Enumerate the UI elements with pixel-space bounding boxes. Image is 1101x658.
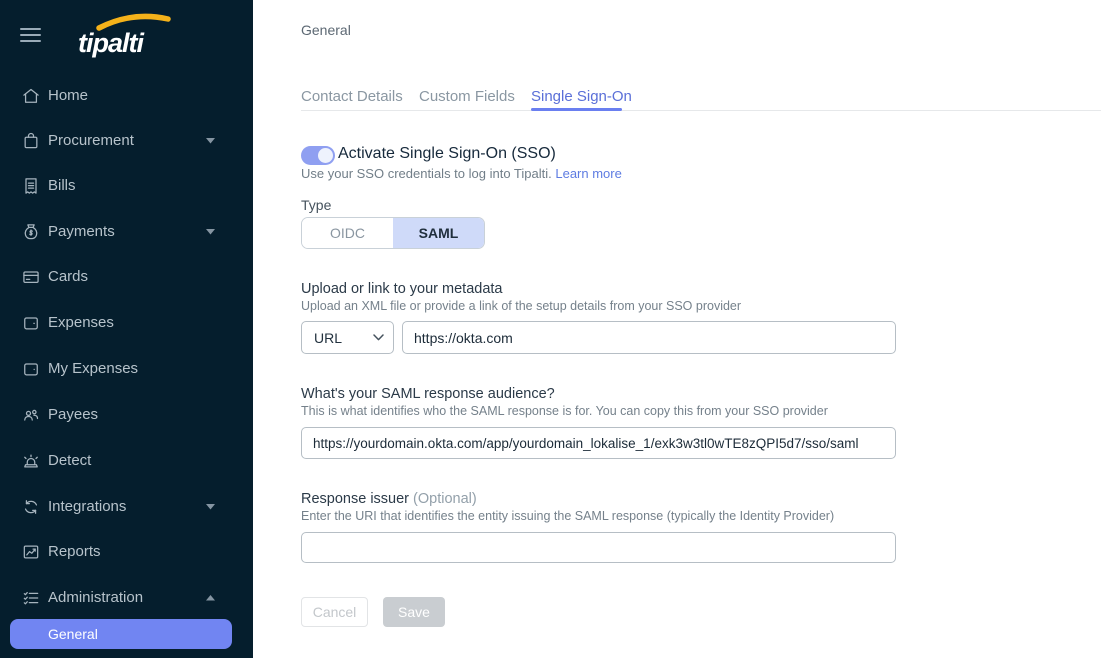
sidebar-item-expenses[interactable]: Expenses	[0, 308, 253, 338]
sidebar-item-label: Home	[48, 87, 89, 104]
administration-icon	[23, 591, 39, 605]
cancel-button[interactable]: Cancel	[301, 597, 368, 627]
sso-toggle[interactable]	[301, 146, 335, 165]
sidebar-item-label: Integrations	[48, 498, 127, 515]
issuer-optional-label: (Optional)	[413, 491, 477, 507]
payees-icon	[24, 409, 39, 421]
sidebar-item-label: Bills	[48, 177, 76, 194]
sidebar-subitem-general[interactable]: General	[10, 619, 232, 649]
sidebar-item-procurement[interactable]: Procurement	[0, 126, 253, 156]
reports-icon	[23, 545, 39, 559]
audience-description: This is what identifies who the SAML res…	[301, 404, 828, 418]
logo-text: tipalti	[78, 28, 144, 58]
toggle-knob	[318, 148, 333, 163]
sidebar-item-home[interactable]: Home	[0, 81, 253, 111]
home-icon	[23, 88, 39, 103]
sidebar-item-label: Procurement	[48, 132, 134, 149]
sidebar-item-label: My Expenses	[48, 360, 139, 377]
active-tab-underline	[531, 108, 622, 111]
sidebar-item-label: Reports	[48, 543, 101, 560]
my-expenses-icon	[24, 363, 38, 376]
sidebar-item-label: Detect	[48, 452, 92, 469]
tab-contact-details[interactable]: Contact Details	[301, 88, 403, 105]
chevron-up-icon	[206, 595, 215, 601]
cards-icon	[23, 271, 39, 284]
app-window: tipalti Home Procurement Bills Payments …	[0, 0, 1101, 658]
type-label: Type	[301, 197, 332, 213]
chevron-down-icon	[206, 504, 215, 510]
issuer-heading: Response issuer (Optional)	[301, 491, 477, 507]
metadata-description: Upload an XML file or provide a link of …	[301, 299, 742, 313]
issuer-description: Enter the URI that identifies the entity…	[301, 509, 835, 523]
sidebar: tipalti Home Procurement Bills Payments …	[0, 0, 253, 658]
tab-single-sign-on[interactable]: Single Sign-On	[531, 88, 632, 105]
sidebar-item-label: Cards	[48, 268, 89, 285]
issuer-input[interactable]	[301, 532, 896, 563]
metadata-heading: Upload or link to your metadata	[301, 281, 503, 297]
payments-icon	[24, 224, 38, 240]
audience-input[interactable]	[301, 427, 896, 459]
chevron-down-icon	[206, 138, 215, 144]
sidebar-item-label: Administration	[48, 589, 144, 606]
sidebar-item-cards[interactable]: Cards	[0, 262, 253, 292]
hamburger-menu-icon[interactable]	[20, 28, 41, 44]
issuer-heading-text: Response issuer	[301, 491, 409, 507]
type-option-oidc[interactable]: OIDC	[302, 218, 393, 248]
sidebar-subitem-label: General	[48, 626, 98, 642]
sidebar-item-label: Payees	[48, 406, 99, 423]
sidebar-item-my-expenses[interactable]: My Expenses	[0, 354, 253, 384]
sso-description-text: Use your SSO credentials to log into Tip…	[301, 166, 552, 181]
chevron-down-icon	[373, 334, 384, 341]
save-button[interactable]: Save	[383, 597, 445, 627]
bills-icon	[25, 178, 37, 194]
chevron-down-icon	[206, 229, 215, 235]
sidebar-item-payments[interactable]: Payments	[0, 217, 253, 247]
procurement-icon	[24, 132, 38, 149]
expenses-icon	[24, 317, 38, 330]
sidebar-item-integrations[interactable]: Integrations	[0, 492, 253, 522]
sso-toggle-label: Activate Single Sign-On (SSO)	[338, 145, 556, 162]
metadata-url-input[interactable]	[402, 321, 896, 354]
type-option-saml[interactable]: SAML	[393, 218, 484, 248]
sidebar-item-payees[interactable]: Payees	[0, 400, 253, 430]
sidebar-item-detect[interactable]: Detect	[0, 446, 253, 476]
sidebar-item-label: Payments	[48, 223, 115, 240]
tipalti-logo: tipalti	[78, 8, 178, 60]
sidebar-item-administration[interactable]: Administration	[0, 583, 253, 613]
tab-custom-fields[interactable]: Custom Fields	[419, 88, 515, 105]
sidebar-item-label: Expenses	[48, 314, 114, 331]
audience-heading: What's your SAML response audience?	[301, 386, 555, 402]
sidebar-item-bills[interactable]: Bills	[0, 171, 253, 201]
sso-description: Use your SSO credentials to log into Tip…	[301, 166, 622, 181]
integrations-icon	[24, 500, 38, 514]
sidebar-item-reports[interactable]: Reports	[0, 537, 253, 567]
page-title: General	[301, 22, 351, 38]
tab-divider	[301, 110, 1101, 111]
metadata-source-select[interactable]: URL	[301, 321, 394, 354]
detect-icon	[24, 454, 38, 468]
sso-type-segmented-control: OIDC SAML	[301, 217, 485, 249]
learn-more-link[interactable]: Learn more	[555, 166, 621, 181]
metadata-source-value: URL	[314, 330, 343, 346]
